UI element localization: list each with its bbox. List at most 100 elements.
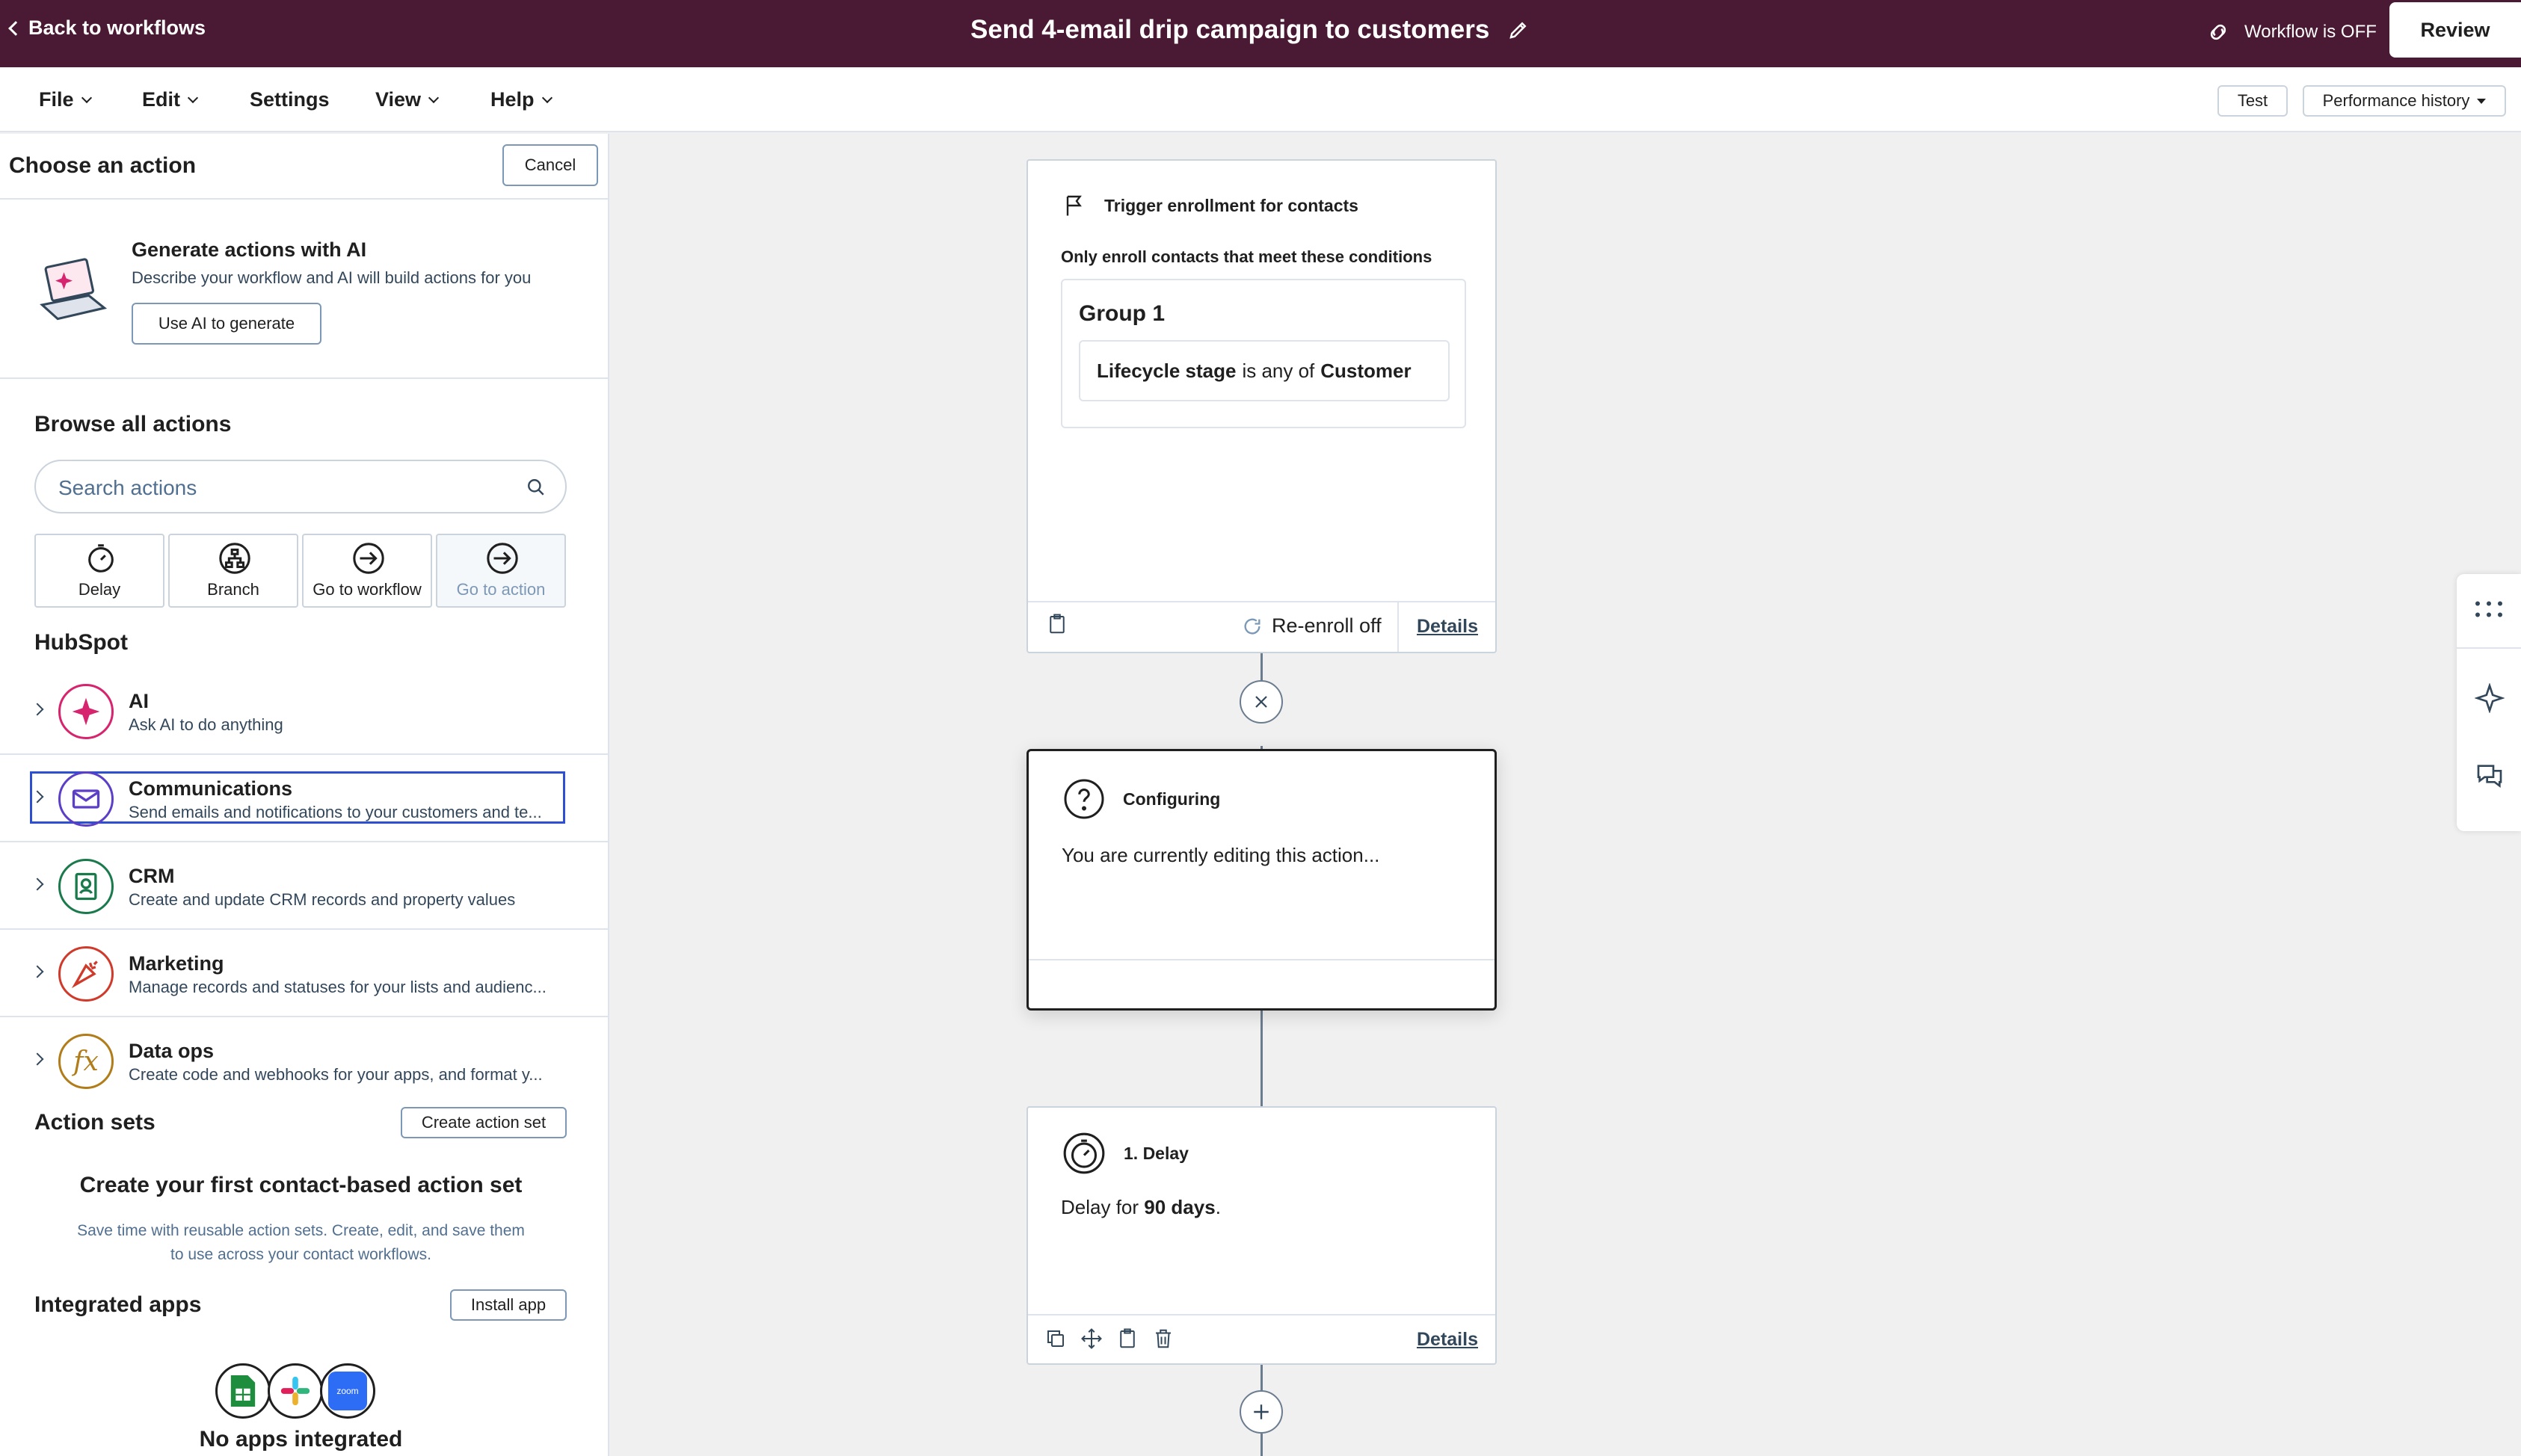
tile-branch-label: Branch	[207, 580, 259, 599]
category-ai-name: AI	[129, 690, 149, 712]
grid-dots-icon[interactable]	[2473, 598, 2505, 620]
category-communications[interactable]: Communications Send emails and notificat…	[0, 755, 608, 842]
contact-card-icon	[58, 859, 114, 914]
choose-action-panel: Choose an action Cancel Generate actions…	[0, 134, 609, 1456]
condition-value: Customer	[1320, 359, 1412, 382]
menu-view[interactable]: View	[375, 88, 440, 111]
sparkle-icon[interactable]	[2475, 683, 2505, 713]
delay-card[interactable]: 1. Delay Delay for 90 days. Details	[1026, 1106, 1497, 1365]
workflow-status[interactable]: Workflow is OFF	[2206, 19, 2377, 45]
trigger-subtitle: Only enroll contacts that meet these con…	[1061, 247, 1432, 266]
slack-icon	[268, 1363, 323, 1419]
chevron-right-icon	[31, 877, 44, 891]
tile-go-to-workflow-label: Go to workflow	[313, 580, 422, 599]
performance-history-button[interactable]: Performance history	[2303, 85, 2506, 117]
panel-header: Choose an action Cancel	[0, 134, 608, 200]
category-marketing-name: Marketing	[129, 952, 224, 975]
menu-edit-label: Edit	[142, 88, 180, 111]
category-communications-name: Communications	[129, 777, 293, 800]
trigger-card[interactable]: Trigger enrollment for contacts Only enr…	[1026, 159, 1497, 653]
category-marketing[interactable]: Marketing Manage records and statuses fo…	[0, 930, 608, 1017]
category-data-ops-name: Data ops	[129, 1040, 215, 1062]
trash-icon[interactable]	[1152, 1327, 1175, 1350]
reenroll-status[interactable]: Re-enroll off	[1242, 614, 1382, 638]
configuring-text: You are currently editing this action...	[1062, 844, 1380, 866]
delay-footer: Details	[1028, 1314, 1495, 1363]
panel-title: Choose an action	[9, 153, 197, 178]
copy-icon[interactable]	[1044, 1327, 1067, 1350]
condition-property: Lifecycle stage	[1097, 359, 1237, 382]
sparkle-icon	[58, 684, 114, 739]
tile-delay[interactable]: Delay	[34, 534, 164, 608]
use-ai-button[interactable]: Use AI to generate	[132, 303, 321, 345]
envelope-icon	[58, 771, 114, 827]
category-data-ops-desc: Create code and webhooks for your apps, …	[129, 1065, 543, 1084]
top-bar: Back to workflows Send 4-email drip camp…	[0, 0, 2521, 67]
condition-row[interactable]: Lifecycle stage is any of Customer	[1079, 340, 1450, 401]
tile-go-to-workflow[interactable]: Go to workflow	[302, 534, 432, 608]
trigger-details-link[interactable]: Details	[1417, 616, 1478, 638]
category-marketing-desc: Manage records and statuses for your lis…	[129, 978, 547, 996]
install-app-button[interactable]: Install app	[450, 1289, 567, 1321]
cancel-button[interactable]: Cancel	[502, 144, 598, 186]
configuring-card[interactable]: Configuring You are currently editing th…	[1026, 749, 1497, 1011]
remove-action-button[interactable]	[1240, 680, 1283, 724]
category-data-ops[interactable]: fx Data ops Create code and webhooks for…	[0, 1017, 608, 1105]
review-button[interactable]: Review	[2389, 2, 2521, 58]
zoom-icon: zoom	[320, 1363, 375, 1419]
condition-group: Group 1 Lifecycle stage is any of Custom…	[1061, 279, 1466, 428]
delay-details-link[interactable]: Details	[1417, 1329, 1478, 1351]
menu-file[interactable]: File	[39, 88, 92, 111]
integrated-apps-title: Integrated apps	[34, 1292, 202, 1317]
category-crm[interactable]: CRM Create and update CRM records and pr…	[0, 842, 608, 930]
menu-edit[interactable]: Edit	[142, 88, 199, 111]
branch-icon	[219, 543, 250, 574]
chat-icon[interactable]	[2475, 761, 2505, 791]
menu-help[interactable]: Help	[490, 88, 552, 111]
menu-bar: File Edit Settings View Help Test Perfor…	[0, 67, 2521, 132]
megaphone-icon	[58, 946, 114, 1002]
flag-icon	[1066, 195, 1082, 216]
workflow-title: Send 4-email drip campaign to customers	[970, 15, 1530, 45]
caret-down-icon	[2477, 98, 2487, 104]
menu-file-label: File	[39, 88, 74, 111]
action-set-desc-2: to use across your contact workflows.	[170, 1246, 431, 1263]
stopwatch-icon	[1063, 1132, 1105, 1174]
chevron-right-icon	[31, 1052, 44, 1066]
delay-text: Delay for 90 days.	[1061, 1196, 1221, 1219]
arrow-right-circle-icon	[353, 543, 384, 574]
tile-go-to-action[interactable]: Go to action	[436, 534, 566, 608]
refresh-icon	[1244, 618, 1260, 635]
action-set-heading: Create your first contact-based action s…	[79, 1173, 523, 1197]
search-input[interactable]: Search actions	[34, 460, 567, 513]
back-label: Back to workflows	[28, 16, 206, 39]
chevron-down-icon	[187, 92, 199, 103]
pencil-icon[interactable]	[1507, 19, 1530, 41]
trigger-title: Trigger enrollment for contacts	[1104, 195, 1358, 215]
search-icon	[528, 479, 544, 496]
group-title: Group 1	[1079, 301, 1166, 326]
divider	[2457, 647, 2521, 649]
trigger-header: Trigger enrollment for contacts	[1061, 192, 1358, 219]
test-button[interactable]: Test	[2217, 85, 2288, 117]
category-ai[interactable]: AI Ask AI to do anything	[0, 667, 608, 755]
tile-go-to-action-label: Go to action	[456, 580, 546, 599]
category-crm-desc: Create and update CRM records and proper…	[129, 890, 516, 909]
no-apps-text: No apps integrated	[199, 1427, 403, 1452]
tile-branch[interactable]: Branch	[168, 534, 298, 608]
move-icon[interactable]	[1080, 1327, 1103, 1350]
configuring-header: Configuring	[1062, 777, 1220, 821]
clipboard-icon[interactable]	[1046, 613, 1068, 635]
add-action-button[interactable]	[1240, 1390, 1283, 1434]
menu-settings[interactable]: Settings	[250, 88, 330, 111]
back-to-workflows-link[interactable]: Back to workflows	[7, 16, 206, 40]
clipboard-icon[interactable]	[1116, 1327, 1139, 1350]
arrow-right-circle-icon	[487, 543, 518, 574]
category-communications-desc: Send emails and notifications to your cu…	[129, 803, 542, 821]
workflow-status-text: Workflow is OFF	[2244, 22, 2377, 42]
create-action-set-button[interactable]: Create action set	[401, 1107, 567, 1138]
chevron-down-icon	[541, 92, 552, 103]
delay-header: 1. Delay	[1061, 1130, 1189, 1176]
chevron-down-icon	[81, 92, 92, 103]
menu-view-label: View	[375, 88, 422, 111]
